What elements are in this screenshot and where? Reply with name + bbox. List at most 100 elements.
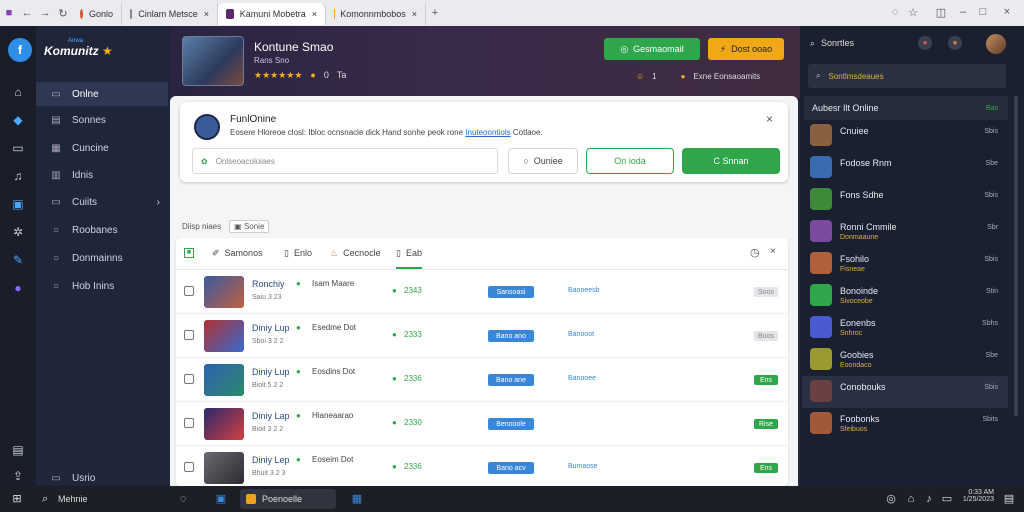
tab-cecnocle[interactable]: ♨ Cecnocle <box>330 248 381 259</box>
taskbar-search-label[interactable]: Mehnie <box>58 494 88 504</box>
table-close-icon[interactable]: × <box>770 246 776 257</box>
friends-scrollbar[interactable] <box>1014 96 1018 416</box>
browser-menu-icon[interactable]: ■ <box>0 7 18 19</box>
friend-item[interactable]: Conobouks Sbis <box>802 376 1008 408</box>
row-name[interactable]: Diniy Lup <box>252 323 290 333</box>
table-row[interactable]: Diniy Lep ● Eoseim Dot Bhuit 3 2 3 ● 2336 Bano… <box>176 446 788 486</box>
new-tab-button[interactable]: + <box>426 7 444 19</box>
notification-center-icon[interactable]: ▤ <box>1002 492 1016 506</box>
windows-start-icon[interactable]: ⊞ <box>10 492 24 506</box>
friend-item[interactable]: Cnuiee Sbis <box>802 120 1008 152</box>
sidebar-item-cuiits[interactable]: ▭ Cuiits › <box>36 190 168 214</box>
row-checkbox[interactable] <box>184 330 194 340</box>
network-icon[interactable]: ⌂ <box>904 492 918 506</box>
tab-enlo[interactable]: ▯ Enlo <box>284 248 312 259</box>
friend-item[interactable]: Fodose Rnm Sbe <box>802 152 1008 184</box>
alerts-icon[interactable]: ● <box>948 36 962 50</box>
maximize-icon[interactable]: □ <box>974 6 992 18</box>
close-window-icon[interactable]: × <box>998 6 1016 18</box>
inbox-icon[interactable]: ▭ <box>10 140 26 156</box>
row-chip[interactable]: Bano acv <box>488 462 534 474</box>
game-thumbnail[interactable] <box>204 408 244 440</box>
sidebar-item-online[interactable]: ▭ Onlne <box>36 82 168 106</box>
table-row[interactable]: Diniy Lup ● Esedme Dot Sboi 3 2 2 ● 2333 Bano … <box>176 314 788 358</box>
bookmark-star-icon[interactable]: ☆ <box>904 6 922 19</box>
tab-close-icon[interactable]: × <box>412 9 417 19</box>
browser-tab-3[interactable]: Kamuni Mobetra × <box>218 3 326 25</box>
taskbar-active-app[interactable]: Poenoelle <box>240 489 336 509</box>
table-row[interactable]: Diniy Lap ● Hianeaarao Bioit 3 2 2 ● 2330 Beno… <box>176 402 788 446</box>
sidebar-item-roobanes[interactable]: ○ Roobanes <box>36 218 168 242</box>
file-explorer-icon[interactable]: ▣ <box>214 492 228 506</box>
notes-icon[interactable]: ✎ <box>10 252 26 268</box>
card-outline-button[interactable]: On ioda <box>586 148 674 174</box>
browser-tab-4[interactable]: Komonnmbobos × <box>326 3 426 25</box>
row-checkbox[interactable] <box>184 374 194 384</box>
row-chip[interactable]: Sansoasi <box>488 286 534 298</box>
tab-samonos[interactable]: ✐ Samonos <box>212 248 263 259</box>
reload-icon[interactable]: ↻ <box>54 7 72 20</box>
game-thumbnail[interactable] <box>204 320 244 352</box>
discord-icon[interactable]: ● <box>10 280 26 296</box>
profile-avatar[interactable] <box>182 36 244 86</box>
game-thumbnail[interactable] <box>204 452 244 484</box>
row-name[interactable]: Ronchiy <box>252 279 285 289</box>
tab-close-icon[interactable]: × <box>204 9 209 19</box>
table-row[interactable]: Diniy Lup ● Eosdins Dot Bioit 5 2 2 ● 2336 Ban… <box>176 358 788 402</box>
sidebar-item-sonnes[interactable]: ▤ Sonnes <box>36 108 168 132</box>
games-icon[interactable]: ◆ <box>10 112 26 128</box>
calendar-icon[interactable]: ▤ <box>10 442 26 458</box>
row-chip[interactable]: Bano ane <box>488 374 534 386</box>
row-chip[interactable]: Bano ano <box>488 330 534 342</box>
hero-action-button[interactable]: ⚡ Dost ooao <box>708 38 784 60</box>
minimize-icon[interactable]: – <box>954 6 972 18</box>
card-search-input[interactable]: ✿ Onlseoacoloiaes <box>192 148 498 174</box>
online-status-button[interactable]: ◎ Gesmaomail <box>604 38 700 60</box>
browser-tab-1[interactable]: Gonlo <box>72 3 122 25</box>
breadcrumb-chip[interactable]: ▣ Sonie <box>229 220 270 233</box>
friends-search-input[interactable]: ⌕ Sontlmsdeaues <box>808 64 1006 88</box>
friend-item[interactable]: Bonoinde Sivoceobe Stin <box>802 280 1008 312</box>
sidebar-item-donmainns[interactable]: ○ Donmainns <box>36 246 168 270</box>
back-icon[interactable]: ← <box>18 7 36 19</box>
settings-icon[interactable]: ✲ <box>10 224 26 240</box>
brand-logo-icon[interactable]: f <box>8 38 32 62</box>
card-secondary-button[interactable]: ○ Ouniee <box>508 148 578 174</box>
row-checkbox[interactable] <box>184 286 194 296</box>
sidebar-item-idnis[interactable]: ▥ Idnis <box>36 163 168 187</box>
row-checkbox[interactable] <box>184 418 194 428</box>
friend-item[interactable]: Fons Sdhe Sbis <box>802 184 1008 216</box>
friend-item[interactable]: Fsohilo Fisneae Sbis <box>802 248 1008 280</box>
friend-item[interactable]: Eonenbs Snhroc Sbhs <box>802 312 1008 344</box>
row-name[interactable]: Diniy Lap <box>252 411 290 421</box>
search-icon[interactable]: ⌕ <box>38 492 52 506</box>
battery-icon[interactable]: ▭ <box>940 492 954 506</box>
card-primary-button[interactable]: C Snnan <box>682 148 780 174</box>
extension-icon[interactable]: ◌ <box>886 6 904 18</box>
table-row[interactable]: Ronchiy ● Isam Maare Saiu 3 23 ● 2343 Sansoasi… <box>176 270 788 314</box>
notification-icon[interactable]: ● <box>918 36 932 50</box>
row-name[interactable]: Diniy Lup <box>252 367 290 377</box>
task-view-icon[interactable]: ◌ <box>176 492 190 506</box>
row-chip[interactable]: Benooole <box>488 418 534 430</box>
card-link[interactable]: Inuteoontiols <box>465 128 510 137</box>
browser-tab-2[interactable]: Cinlam Metsce × <box>122 3 218 25</box>
chat-icon[interactable]: ▣ <box>10 196 26 212</box>
clock[interactable]: 0:33 AM 1/25/2023 <box>956 489 994 503</box>
row-checkbox[interactable] <box>184 462 194 472</box>
sidebar-toggle-icon[interactable]: ◫ <box>932 6 950 19</box>
game-thumbnail[interactable] <box>204 276 244 308</box>
select-all-icon[interactable]: ■ <box>184 248 194 258</box>
forward-icon[interactable]: → <box>36 7 54 19</box>
friend-item[interactable]: Ronni Cmmile Donmaaune Sbr <box>802 216 1008 248</box>
user-avatar[interactable] <box>986 34 1006 54</box>
home-icon[interactable]: ⌂ <box>10 84 26 100</box>
row-name[interactable]: Diniy Lep <box>252 455 290 465</box>
game-thumbnail[interactable] <box>204 364 244 396</box>
sidebar-item-hobinins[interactable]: ○ Hob Inins <box>36 274 168 298</box>
sidebar-item-cuncine[interactable]: ▦ Cuncine <box>36 136 168 160</box>
friend-item[interactable]: Foobonks Sfeibuos Sbits <box>802 408 1008 440</box>
volume-icon[interactable]: ♪ <box>922 492 936 506</box>
card-close-icon[interactable]: × <box>766 112 773 126</box>
store-icon[interactable]: ▦ <box>350 492 364 506</box>
